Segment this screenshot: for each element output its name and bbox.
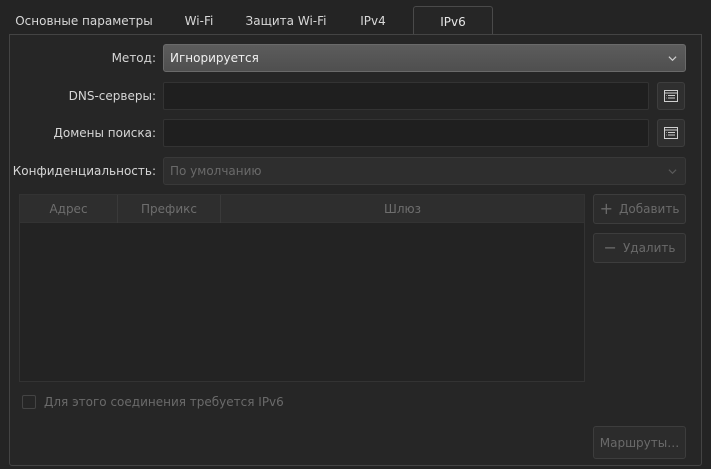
- chevron-down-icon: [668, 169, 677, 175]
- chevron-down-icon: [668, 56, 677, 62]
- list-edit-icon: [664, 90, 678, 102]
- search-domains-field[interactable]: [163, 119, 649, 147]
- dns-servers-field[interactable]: [163, 82, 649, 110]
- privacy-value: По умолчанию: [170, 164, 262, 178]
- search-domains-label: Домены поиска:: [53, 126, 156, 140]
- delete-address-button[interactable]: − Удалить: [593, 233, 686, 263]
- tab-ipv4[interactable]: IPv4: [340, 6, 406, 35]
- routes-button[interactable]: Маршруты…: [593, 426, 686, 459]
- routes-label: Маршруты…: [599, 435, 680, 450]
- delete-address-label: Удалить: [622, 241, 676, 255]
- plus-icon: +: [599, 199, 613, 218]
- privacy-combo[interactable]: По умолчанию: [163, 157, 686, 185]
- tab-wifi[interactable]: Wi-Fi: [166, 6, 232, 35]
- checkbox-box[interactable]: [22, 395, 36, 409]
- column-address[interactable]: Адрес: [20, 195, 118, 223]
- privacy-label: Конфиденциальность:: [12, 164, 156, 178]
- dns-label: DNS-серверы:: [68, 89, 156, 103]
- require-ipv6-checkbox[interactable]: Для этого соединения требуется IPv6: [22, 394, 284, 410]
- address-table[interactable]: Адрес Префикс Шлюз: [19, 194, 585, 382]
- method-combo[interactable]: Игнорируется: [163, 44, 686, 72]
- tab-bar: Основные параметры Wi-Fi Защита Wi-Fi IP…: [0, 6, 711, 37]
- search-domains-edit-button[interactable]: [657, 119, 685, 147]
- tab-wifi-security[interactable]: Защита Wi-Fi: [234, 6, 338, 35]
- minus-icon: −: [603, 238, 617, 257]
- address-table-header: Адрес Префикс Шлюз: [20, 195, 584, 223]
- require-ipv6-label: Для этого соединения требуется IPv6: [44, 395, 284, 409]
- tab-ipv6[interactable]: IPv6: [413, 6, 493, 37]
- dns-edit-button[interactable]: [657, 82, 685, 110]
- method-value: Игнорируется: [170, 51, 259, 65]
- ipv6-panel: Метод: Игнорируется DNS-серверы: Домены …: [9, 34, 702, 466]
- add-address-label: Добавить: [619, 202, 680, 216]
- column-prefix[interactable]: Префикс: [118, 195, 221, 223]
- list-edit-icon: [664, 127, 678, 139]
- method-label: Метод:: [111, 51, 156, 65]
- add-address-button[interactable]: + Добавить: [593, 194, 686, 224]
- column-gateway[interactable]: Шлюз: [221, 195, 584, 223]
- tab-general[interactable]: Основные параметры: [4, 6, 164, 35]
- ipv6-settings-window: Основные параметры Wi-Fi Защита Wi-Fi IP…: [0, 0, 711, 469]
